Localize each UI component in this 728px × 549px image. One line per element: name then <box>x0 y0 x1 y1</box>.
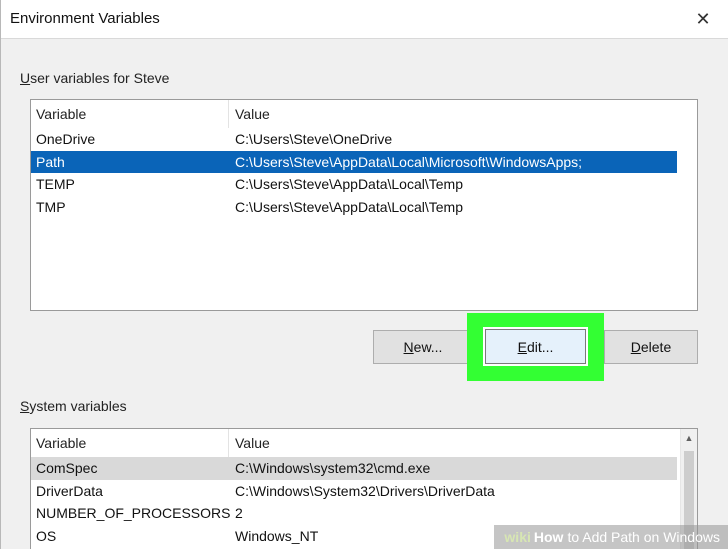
title-bar: Environment Variables ✕ <box>0 0 728 39</box>
variable-cell: TEMP <box>36 176 75 192</box>
value-cell: C:\Users\Steve\OneDrive <box>235 131 393 147</box>
system-list-header: Variable Value <box>31 429 697 457</box>
watermark-wiki: wiki <box>504 529 531 545</box>
table-row[interactable]: Path C:\Users\Steve\AppData\Local\Microso… <box>31 150 677 173</box>
window-border <box>0 0 1 549</box>
watermark-how: How <box>533 529 564 545</box>
scroll-up-button[interactable]: ▲ <box>681 429 697 447</box>
new-label: ew... <box>413 339 443 355</box>
delete-button[interactable]: Delete <box>604 330 698 364</box>
table-row[interactable]: ComSpec C:\Windows\system32\cmd.exe <box>31 457 677 480</box>
value-cell: C:\Users\Steve\AppData\Local\Temp <box>235 198 463 215</box>
header-variable[interactable]: Variable <box>36 106 86 122</box>
edit-label: dit... <box>526 338 554 355</box>
system-label-mnemonic: S <box>20 398 30 414</box>
table-row[interactable]: OneDrive C:\Users\Steve\OneDrive <box>31 128 677 151</box>
variable-cell: Path <box>36 153 65 170</box>
wikihow-watermark: wiki How to Add Path on Windows <box>494 525 728 549</box>
header-variable[interactable]: Variable <box>36 435 86 451</box>
variable-cell: OneDrive <box>36 131 96 147</box>
value-cell: C:\Users\Steve\AppData\Local\Microsoft\W… <box>235 153 583 170</box>
window-title: Environment Variables <box>10 10 160 27</box>
table-row[interactable]: DriverData C:\Windows\System32\Drivers\Dr… <box>31 480 677 503</box>
table-row[interactable]: TEMP C:\Users\Steve\AppData\Local\Temp <box>31 173 677 196</box>
header-value[interactable]: Value <box>235 435 270 451</box>
new-button[interactable]: New... <box>373 330 473 364</box>
header-separator[interactable] <box>228 100 229 128</box>
header-value[interactable]: Value <box>235 106 270 122</box>
variable-cell: DriverData <box>36 482 103 499</box>
delete-mnemonic: D <box>630 339 641 355</box>
close-icon: ✕ <box>695 8 711 29</box>
value-cell: Windows_NT <box>235 527 319 544</box>
variable-cell: TMP <box>36 198 66 215</box>
new-mnemonic: N <box>403 339 414 355</box>
user-variables-list[interactable]: Variable Value OneDrive C:\Users\Steve\On… <box>30 99 698 311</box>
user-list-header: Variable Value <box>31 100 697 128</box>
table-row[interactable]: NUMBER_OF_PROCESSORS 2 <box>31 502 677 525</box>
environment-variables-dialog: Environment Variables ✕ User variables f… <box>0 0 728 549</box>
close-button[interactable]: ✕ <box>688 7 718 31</box>
delete-label: elete <box>640 339 672 355</box>
user-label-text: ser variables for Steve <box>30 70 170 86</box>
value-cell: 2 <box>235 505 243 521</box>
user-label-mnemonic: U <box>20 70 31 86</box>
table-row[interactable]: TMP C:\Users\Steve\AppData\Local\Temp <box>31 196 677 219</box>
user-rows: OneDrive C:\Users\Steve\OneDrive Path C:\Us… <box>31 128 697 218</box>
edit-mnemonic: E <box>517 338 527 355</box>
variable-cell: ComSpec <box>36 460 98 476</box>
system-variables-label: System variables <box>20 398 127 414</box>
value-cell: C:\Users\Steve\AppData\Local\Temp <box>235 176 463 192</box>
header-separator[interactable] <box>228 429 229 457</box>
watermark-caption: to Add Path on Windows <box>567 529 720 545</box>
user-variables-label: User variables for Steve <box>20 70 169 86</box>
value-cell: C:\Windows\system32\cmd.exe <box>235 460 431 476</box>
variable-cell: NUMBER_OF_PROCESSORS <box>36 505 231 521</box>
variable-cell: OS <box>36 527 57 544</box>
value-cell: C:\Windows\System32\Drivers\DriverData <box>235 482 495 499</box>
system-label-text: ystem variables <box>29 398 127 414</box>
chevron-up-icon: ▲ <box>684 433 694 443</box>
edit-button[interactable]: Edit... <box>483 327 588 366</box>
